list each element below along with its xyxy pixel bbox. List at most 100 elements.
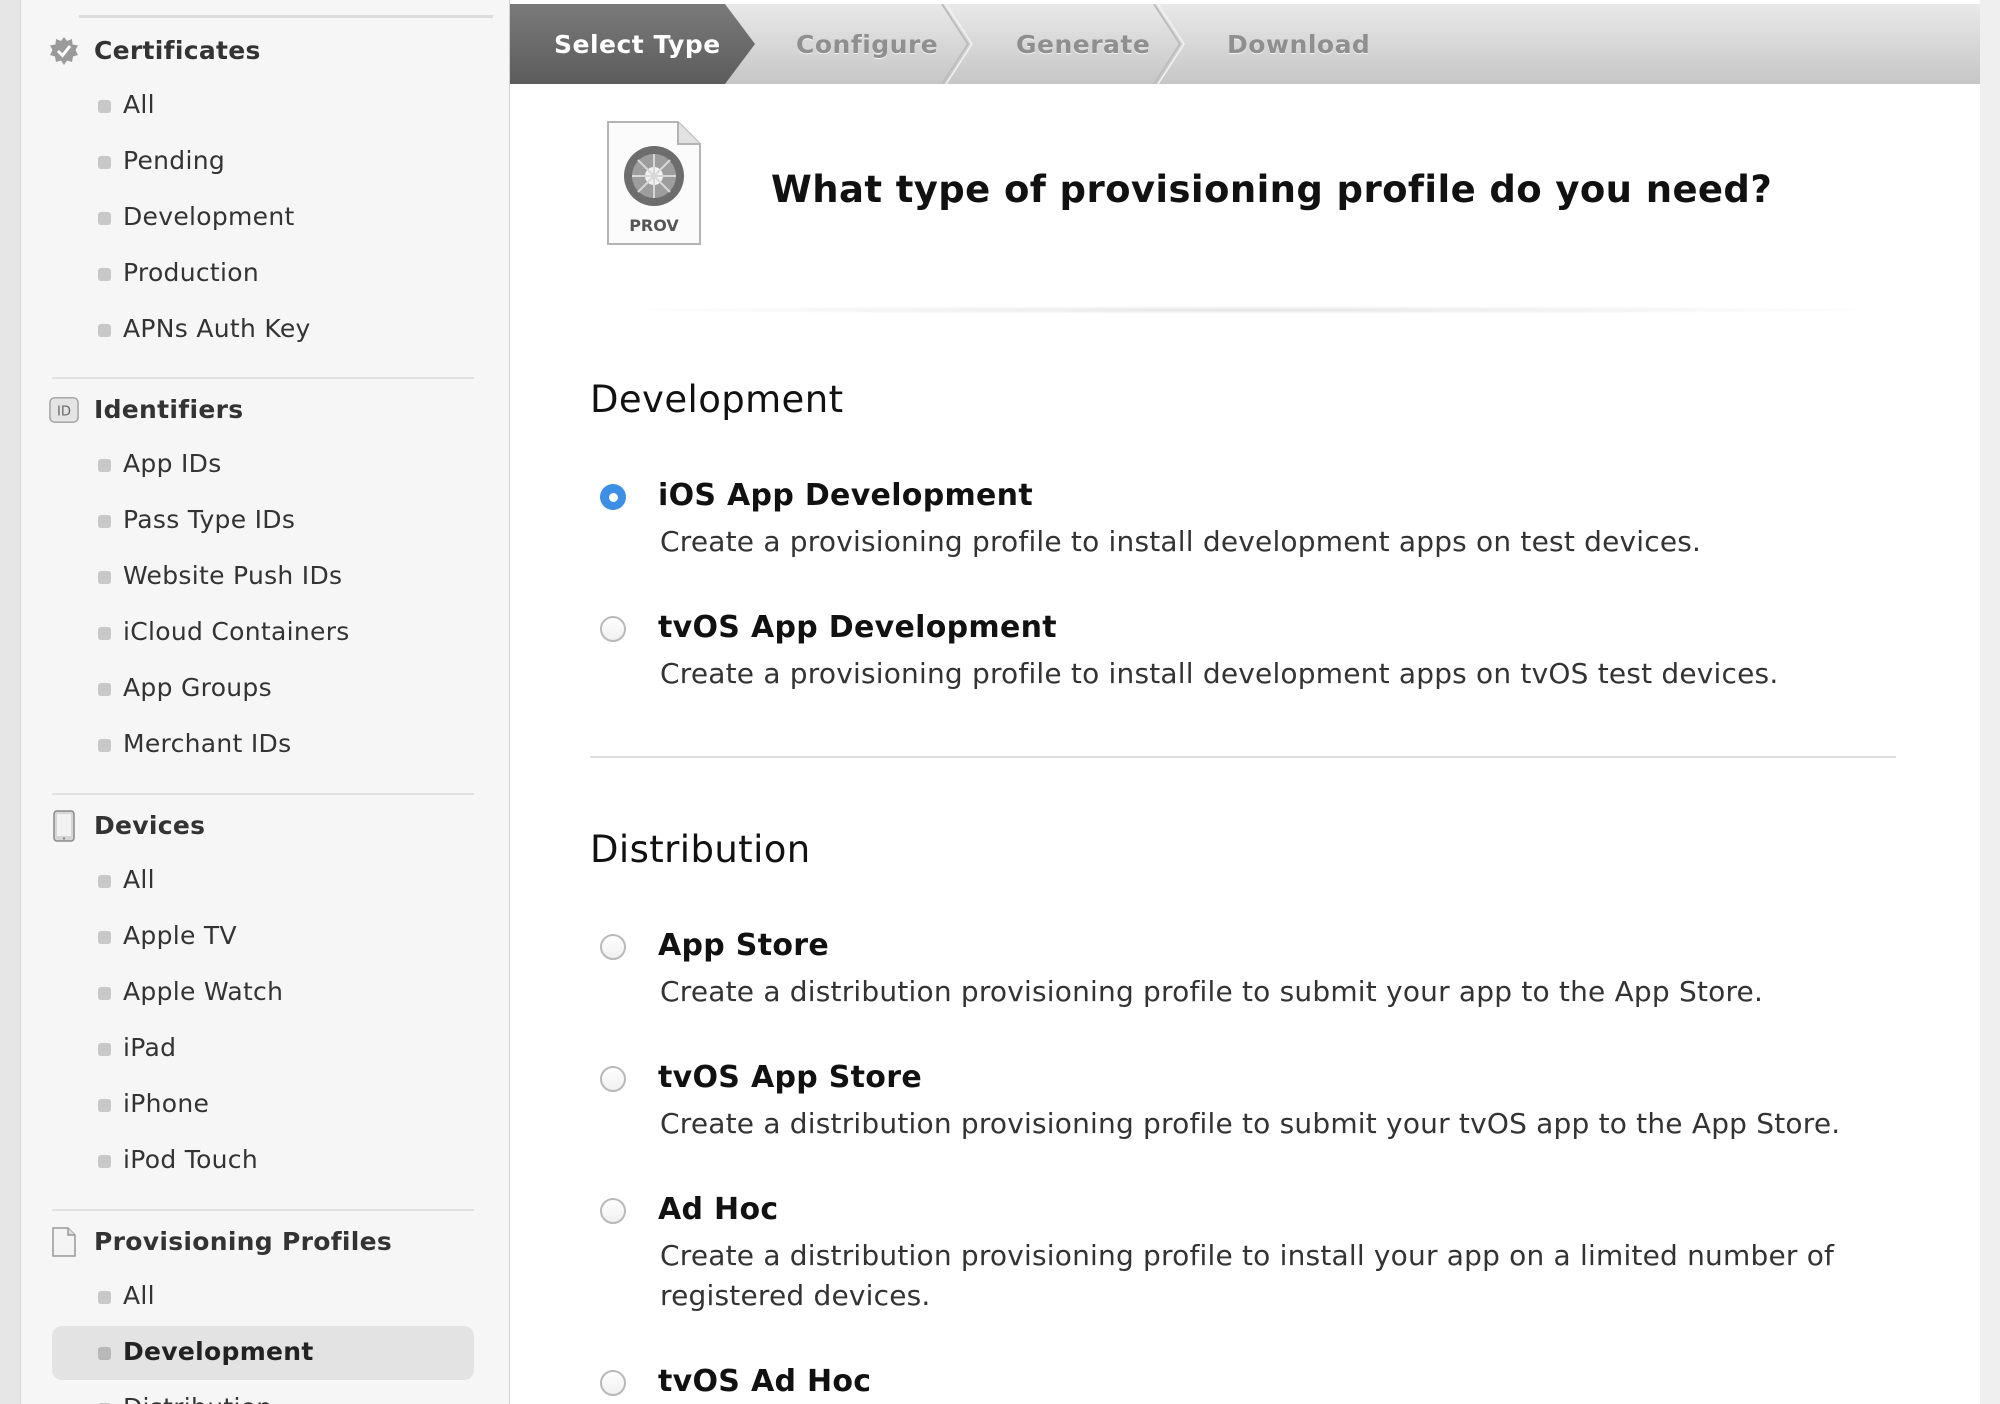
main-panel: Select Type Configure Generate Download … [510,0,1980,1404]
certificate-badge-icon [49,36,79,66]
sidebar-item-devices-all[interactable]: All [21,853,509,909]
sidebar-item-website-push-ids[interactable]: Website Push IDs [21,549,509,605]
sidebar-item-certificates-all[interactable]: All [21,78,509,134]
step-download[interactable]: Download [1227,30,1370,59]
sidebar-item-label: iPod Touch [123,1145,258,1174]
option-description: Create a distribution provisioning profi… [660,1239,1835,1312]
sidebar-section-certificates: Certificates All Pending Development Pro… [21,22,509,358]
sidebar-item-label: All [123,90,155,119]
bullet-icon [98,627,111,640]
sidebar-header-devices[interactable]: Devices [21,797,509,853]
sidebar-item-label: Website Push IDs [123,561,343,590]
sidebar-header-label: Certificates [94,35,261,65]
step-generate[interactable]: Generate [1016,30,1150,59]
option-title: iOS App Development [658,478,1033,513]
bullet-icon [98,1347,111,1360]
bullet-icon [98,156,111,169]
sidebar-header-identifiers[interactable]: ID Identifiers [21,381,509,437]
sidebar-item-label: Apple TV [123,921,237,950]
window-edge [1980,0,2000,1404]
sidebar-section-devices: Devices All Apple TV Apple Watch iPad iP… [21,797,509,1189]
bullet-icon [98,739,111,752]
sidebar-item-label: Pass Type IDs [123,505,296,534]
bullet-icon [98,571,111,584]
option-title: tvOS App Store [658,1060,922,1095]
sidebar-item-app-ids[interactable]: App IDs [21,437,509,493]
sidebar-item-ipad[interactable]: iPad [21,1021,509,1077]
bullet-icon [98,515,111,528]
sidebar-header-certificates[interactable]: Certificates [21,22,509,78]
sidebar-item-label: Distribution [123,1393,272,1404]
sidebar-section-provisioning-profiles: Provisioning Profiles All Development Di… [21,1213,509,1404]
option-description: Create a distribution provisioning profi… [660,975,1764,1008]
sidebar-item-label: App Groups [123,673,272,702]
sidebar-item-profiles-all[interactable]: All [21,1269,509,1325]
sidebar-item-ipod-touch[interactable]: iPod Touch [21,1133,509,1189]
step-select-type[interactable]: Select Type [554,30,721,59]
sidebar-item-apple-tv[interactable]: Apple TV [21,909,509,965]
radio-ios-app-development[interactable] [600,484,626,510]
group-title-distribution: Distribution [590,828,811,871]
sidebar-item-certificates-production[interactable]: Production [21,246,509,302]
sidebar-item-certificates-apns-auth-key[interactable]: APNs Auth Key [21,302,509,358]
sidebar-item-label: iPad [123,1033,177,1062]
radio-tvos-app-development[interactable] [600,616,626,642]
option-description: Create a provisioning profile to install… [660,657,1779,690]
id-badge-icon: ID [49,395,79,425]
sidebar-divider [52,377,474,379]
bullet-icon [98,987,111,1000]
sidebar-item-label: Development [123,1337,314,1366]
sidebar-header-label: Identifiers [94,394,244,424]
sidebar-item-label: All [123,865,155,894]
sidebar-item-label: APNs Auth Key [123,314,311,343]
sidebar-item-certificates-pending[interactable]: Pending [21,134,509,190]
sidebar-item-apple-watch[interactable]: Apple Watch [21,965,509,1021]
sidebar-item-label: All [123,1281,155,1310]
sidebar-divider [52,793,474,795]
bullet-icon [98,1155,111,1168]
sidebar-item-profiles-distribution[interactable]: Distribution [21,1381,509,1404]
group-title-development: Development [590,378,844,421]
bullet-icon [98,931,111,944]
option-title: App Store [658,928,830,963]
sidebar-item-label: Pending [123,146,226,175]
sidebar-divider [52,1209,474,1211]
sidebar-item-label: iPhone [123,1089,210,1118]
sidebar-section-identifiers: ID Identifiers App IDs Pass Type IDs Web… [21,381,509,773]
radio-tvos-ad-hoc[interactable] [600,1370,626,1396]
sidebar-header-label: Devices [94,810,206,840]
sidebar-item-icloud-containers[interactable]: iCloud Containers [21,605,509,661]
bullet-icon [98,100,111,113]
device-icon [49,810,79,842]
provisioning-profile-icon: PROV [604,118,704,248]
step-configure[interactable]: Configure [796,30,938,59]
page-title: What type of provisioning profile do you… [771,168,1773,211]
document-icon [49,1227,79,1257]
sidebar-item-app-groups[interactable]: App Groups [21,661,509,717]
header-divider [590,306,1910,314]
sidebar-item-iphone[interactable]: iPhone [21,1077,509,1133]
radio-tvos-app-store[interactable] [600,1066,626,1092]
step-bar: Select Type Configure Generate Download [510,4,1980,84]
section-divider [590,756,1896,758]
bullet-icon [98,212,111,225]
sidebar-item-merchant-ids[interactable]: Merchant IDs [21,717,509,773]
sidebar: Certificates All Pending Development Pro… [20,0,510,1404]
bullet-icon [98,683,111,696]
sidebar-top-divider [79,15,493,18]
sidebar-header-provisioning-profiles[interactable]: Provisioning Profiles [21,1213,509,1269]
option-title: tvOS Ad Hoc [658,1364,872,1399]
radio-app-store[interactable] [600,934,626,960]
option-title: Ad Hoc [658,1192,779,1227]
sidebar-item-label: App IDs [123,449,222,478]
sidebar-item-profiles-development[interactable]: Development [21,1325,509,1381]
radio-ad-hoc[interactable] [600,1198,626,1224]
sidebar-item-certificates-development[interactable]: Development [21,190,509,246]
option-description: Create a provisioning profile to install… [660,525,1702,558]
svg-text:PROV: PROV [629,216,679,235]
sidebar-item-pass-type-ids[interactable]: Pass Type IDs [21,493,509,549]
sidebar-item-label: Production [123,258,260,287]
bullet-icon [98,459,111,472]
bullet-icon [98,268,111,281]
bullet-icon [98,1043,111,1056]
